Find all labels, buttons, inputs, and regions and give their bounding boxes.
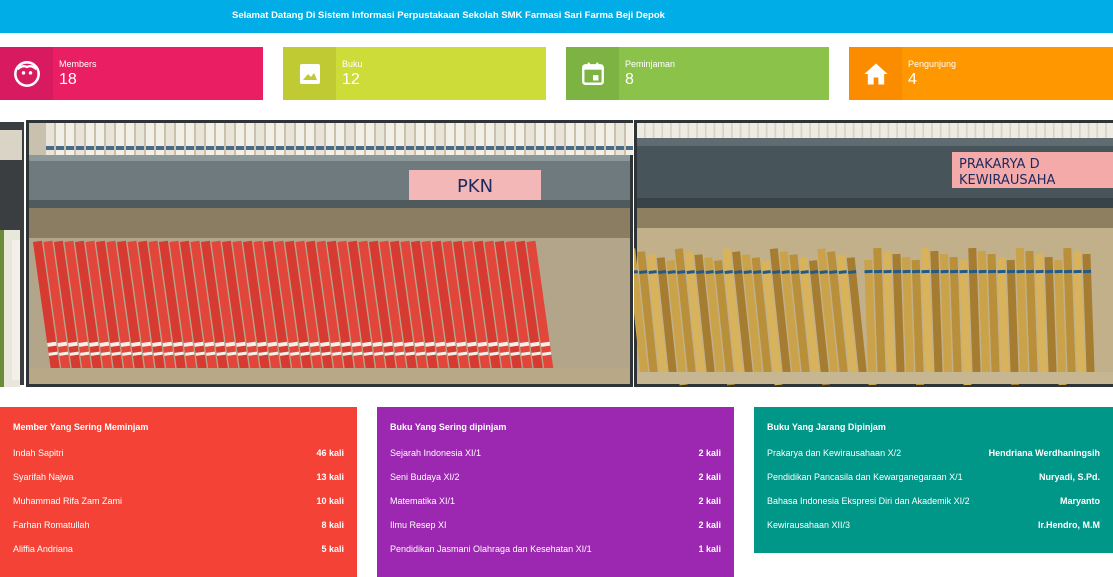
panel-title: Buku Yang Sering dipinjam xyxy=(390,422,507,432)
home-icon xyxy=(863,63,888,84)
shelf-photo xyxy=(0,122,24,387)
list-item: Matematika XI/1 2 kali xyxy=(390,496,721,506)
panel-rarely-borrowed: Buku Yang Jarang Dipinjam Prakarya dan K… xyxy=(754,407,1113,553)
image-carousel[interactable]: PKN PRAKARYA D KEWIRAUSAHA xyxy=(0,120,1113,387)
stat-value: 18 xyxy=(59,71,77,88)
list-item: Sejarah Indonesia XI/1 2 kali xyxy=(390,448,721,458)
shelf-label-text-3: KEWIRAUSAHA xyxy=(959,173,1056,188)
list-item: Pendidikan Jasmani Olahraga dan Kesehata… xyxy=(390,544,721,554)
stat-label: Members xyxy=(59,59,97,69)
stat-card-peminjaman[interactable]: Peminjaman 8 xyxy=(566,47,829,100)
shelf-label-text-2: PRAKARYA D xyxy=(959,157,1040,172)
shelf-photo-prakarya: PRAKARYA D KEWIRAUSAHA xyxy=(634,120,1113,387)
list-item: Indah Sapitri 46 kali xyxy=(13,448,344,458)
top-bar: Selamat Datang Di Sistem Informasi Perpu… xyxy=(0,0,1113,33)
calendar-icon xyxy=(581,62,604,85)
list-item: Prakarya dan Kewirausahaan X/2 Hendriana … xyxy=(767,448,1100,458)
shelf-photo-pkn: PKN xyxy=(26,120,633,387)
list-item: Farhan Romatullah 8 kali xyxy=(13,520,344,530)
list-item: Ilmu Resep XI 2 kali xyxy=(390,520,721,530)
carousel-slide-right: PRAKARYA D KEWIRAUSAHA xyxy=(634,120,1113,387)
list-item: Pendidikan Pancasila dan Kewarganegaraan… xyxy=(767,472,1100,482)
stat-label: Pengunjung xyxy=(908,59,957,69)
list-item: Kewirausahaan XII/3 Ir.Hendro, M.M xyxy=(767,520,1100,530)
panel-often-borrowed: Buku Yang Sering dipinjam Sejarah Indone… xyxy=(377,407,734,577)
list-item: Seni Budaya XI/2 2 kali xyxy=(390,472,721,482)
stat-value: 12 xyxy=(342,71,360,88)
carousel-slide-main: PKN xyxy=(26,120,633,387)
stat-label: Buku xyxy=(342,59,363,69)
stat-icon-box xyxy=(283,47,336,100)
stat-card-buku[interactable]: Buku 12 xyxy=(283,47,546,100)
stat-card-members[interactable]: Members 18 xyxy=(0,47,263,100)
face-icon xyxy=(13,60,40,87)
stat-icon-box xyxy=(566,47,619,100)
panel-title: Buku Yang Jarang Dipinjam xyxy=(767,422,886,432)
list-item: Aliffia Andriana 5 kali xyxy=(13,544,344,554)
stat-icon-box xyxy=(849,47,902,100)
welcome-text: Selamat Datang Di Sistem Informasi Perpu… xyxy=(232,10,665,21)
panel-top-members: Member Yang Sering Meminjam Indah Sapitr… xyxy=(0,407,357,577)
carousel-slide-left xyxy=(0,120,24,387)
stat-icon-box xyxy=(0,47,53,100)
shelf-label-text: PKN xyxy=(457,176,493,197)
stat-value: 8 xyxy=(625,71,634,88)
panel-title: Member Yang Sering Meminjam xyxy=(13,422,149,432)
image-icon xyxy=(299,63,320,84)
stat-card-pengunjung[interactable]: Pengunjung 4 xyxy=(849,47,1113,100)
stat-label: Peminjaman xyxy=(625,59,676,69)
stat-value: 4 xyxy=(908,71,917,88)
list-item: Muhammad Rifa Zam Zami 10 kali xyxy=(13,496,344,506)
list-item: Bahasa Indonesia Ekspresi Diri dan Akade… xyxy=(767,496,1100,506)
list-item: Syarifah Najwa 13 kali xyxy=(13,472,344,482)
